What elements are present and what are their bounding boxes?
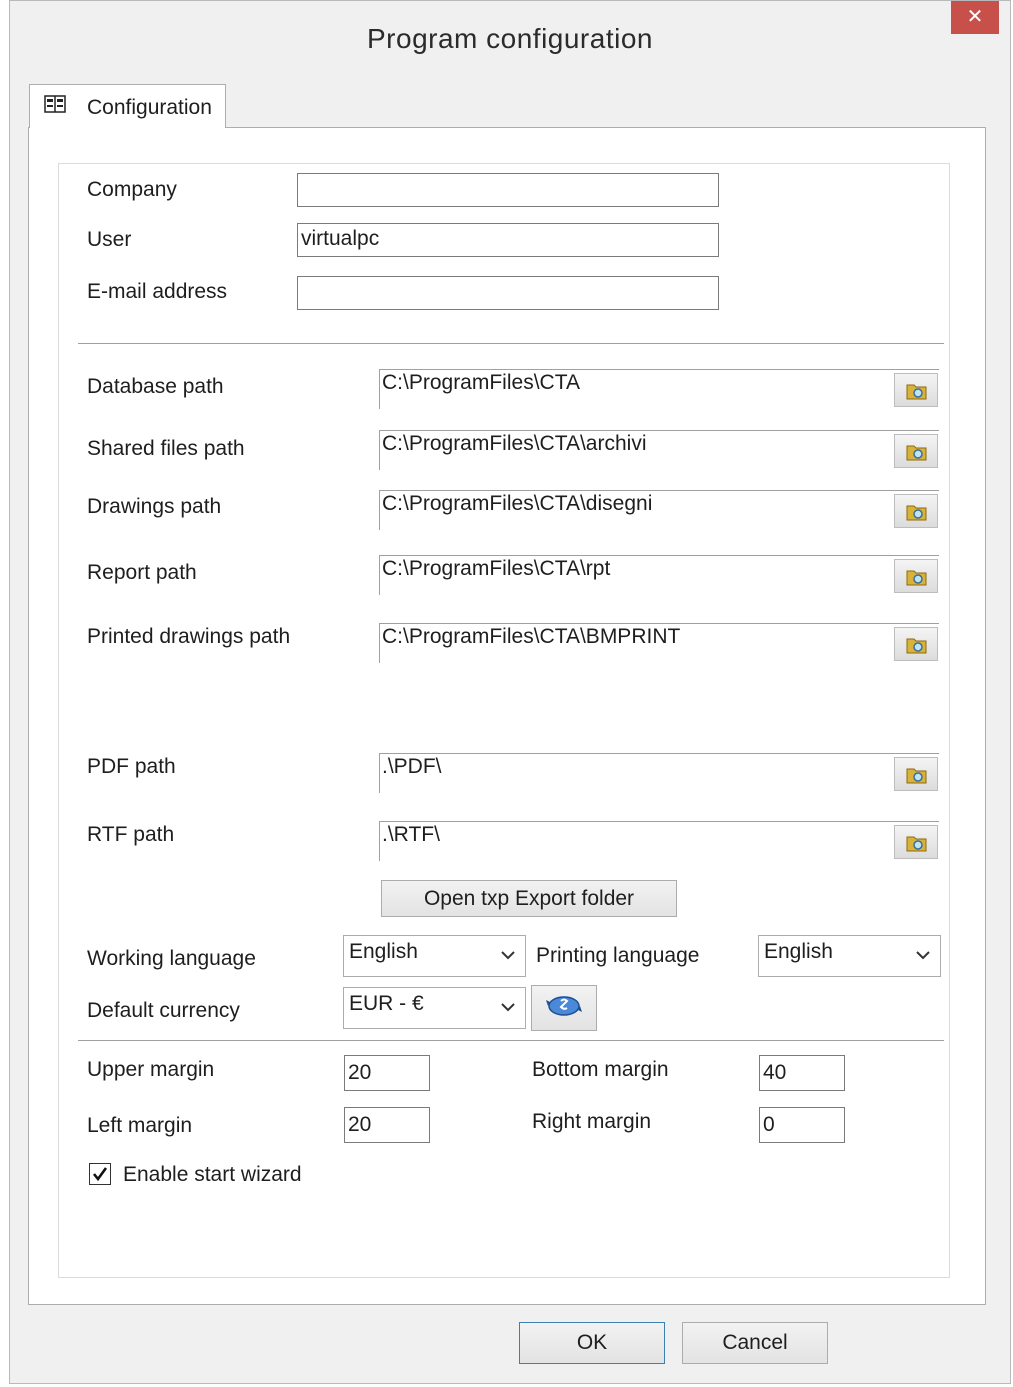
working-language-select[interactable]: English: [343, 935, 526, 977]
shared-files-path-input[interactable]: C:\ProgramFiles\CTA\archivi: [379, 430, 939, 470]
drawings-path-input[interactable]: C:\ProgramFiles\CTA\disegni: [379, 490, 939, 530]
working-language-value: English: [349, 940, 418, 963]
title-bar: Program configuration ✕: [10, 1, 1010, 79]
bottom-margin-input[interactable]: 40: [759, 1055, 845, 1091]
folder-browse-icon: [906, 836, 927, 852]
left-margin-input[interactable]: 20: [344, 1107, 430, 1143]
printing-language-select[interactable]: English: [758, 935, 941, 977]
pdf-path-browse-button[interactable]: [894, 757, 938, 791]
company-input[interactable]: [297, 173, 719, 207]
currency-exchange-icon: [546, 996, 582, 1016]
close-button[interactable]: ✕: [951, 1, 999, 34]
chevron-down-icon: [501, 951, 515, 960]
pdf-path-label: PDF path: [87, 755, 176, 778]
drawings-path-browse-button[interactable]: [894, 494, 938, 528]
checkmark-icon: [92, 1167, 108, 1182]
right-margin-label: Right margin: [532, 1110, 652, 1133]
printed-drawings-path-label: Printed drawings path: [87, 625, 291, 648]
upper-margin-input[interactable]: 20: [344, 1055, 430, 1091]
email-input[interactable]: [297, 276, 719, 310]
tab-configuration[interactable]: Configuration: [29, 84, 226, 128]
folder-browse-icon: [906, 768, 927, 784]
email-label: E-mail address: [87, 280, 228, 303]
report-path-input[interactable]: C:\ProgramFiles\CTA\rpt: [379, 555, 939, 595]
divider: [78, 1040, 944, 1041]
enable-wizard-label: Enable start wizard: [123, 1163, 302, 1186]
pdf-path-input[interactable]: .\PDF\: [379, 753, 939, 793]
cancel-button[interactable]: Cancel: [682, 1322, 828, 1364]
shared-files-path-label: Shared files path: [87, 437, 245, 460]
database-path-label: Database path: [87, 375, 224, 398]
database-path-browse-button[interactable]: [894, 373, 938, 407]
drawings-path-label: Drawings path: [87, 495, 222, 518]
close-icon: ✕: [966, 6, 984, 28]
right-margin-input[interactable]: 0: [759, 1107, 845, 1143]
user-input[interactable]: virtualpc: [297, 223, 719, 257]
bottom-margin-label: Bottom margin: [532, 1058, 669, 1081]
ok-button[interactable]: OK: [519, 1322, 665, 1364]
folder-browse-icon: [906, 570, 927, 586]
enable-wizard-checkbox[interactable]: [89, 1163, 111, 1185]
printing-language-value: English: [764, 940, 833, 963]
printing-language-label: Printing language: [536, 944, 700, 967]
report-path-browse-button[interactable]: [894, 559, 938, 593]
left-margin-label: Left margin: [87, 1114, 193, 1137]
currency-exchange-button[interactable]: [531, 985, 597, 1031]
shared-files-path-browse-button[interactable]: [894, 434, 938, 468]
chevron-down-icon: [916, 951, 930, 960]
rtf-path-input[interactable]: .\RTF\: [379, 821, 939, 861]
user-label: User: [87, 228, 132, 251]
working-language-label: Working language: [87, 947, 256, 970]
default-currency-label: Default currency: [87, 999, 240, 1022]
folder-browse-icon: [906, 384, 927, 400]
default-currency-select[interactable]: EUR - €: [343, 987, 526, 1029]
tab-label: Configuration: [87, 96, 212, 119]
open-export-folder-button[interactable]: Open txp Export folder: [381, 880, 677, 917]
chevron-down-icon: [501, 1003, 515, 1012]
printed-drawings-path-browse-button[interactable]: [894, 627, 938, 661]
database-path-input[interactable]: C:\ProgramFiles\CTA: [379, 369, 939, 409]
rtf-path-label: RTF path: [87, 823, 175, 846]
folder-browse-icon: [906, 445, 927, 461]
upper-margin-label: Upper margin: [87, 1058, 215, 1081]
config-book-icon: [44, 95, 66, 113]
folder-browse-icon: [906, 505, 927, 521]
folder-browse-icon: [906, 638, 927, 654]
company-label: Company: [87, 178, 177, 201]
default-currency-value: EUR - €: [349, 992, 424, 1015]
printed-drawings-path-input[interactable]: C:\ProgramFiles\CTA\BMPRINT: [379, 623, 939, 663]
divider: [78, 343, 944, 344]
window-title: Program configuration: [367, 23, 653, 54]
rtf-path-browse-button[interactable]: [894, 825, 938, 859]
report-path-label: Report path: [87, 561, 197, 584]
